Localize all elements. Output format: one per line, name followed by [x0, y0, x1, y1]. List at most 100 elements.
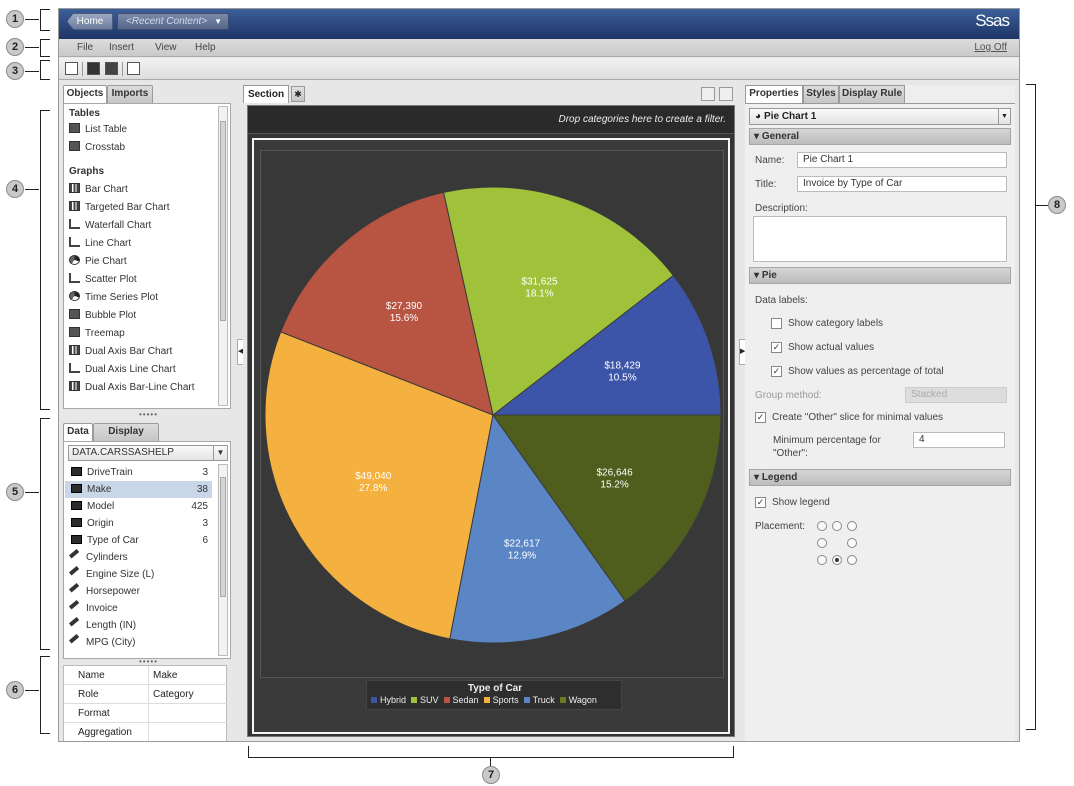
list-item[interactable]: Scatter Plot [69, 272, 219, 288]
list-item[interactable]: Bubble Plot [69, 308, 219, 324]
list-item[interactable]: Dual Axis Bar-Line Chart [69, 380, 219, 396]
data-item[interactable]: DriveTrain 3 [65, 464, 212, 481]
sas-logo: Ssas [975, 11, 1010, 30]
objects-scrollbar[interactable] [218, 106, 228, 406]
home-button[interactable]: Home [67, 13, 113, 30]
placement-middle-right-radio[interactable] [847, 538, 857, 548]
data-item[interactable]: Length (IN) [65, 616, 212, 634]
list-item[interactable]: Treemap [69, 326, 219, 342]
tab-objects[interactable]: Objects [63, 85, 107, 104]
list-item[interactable]: Line Chart [69, 236, 219, 252]
pie-section-header[interactable]: ▾ Pie [749, 267, 1011, 284]
show-percentage-checkbox[interactable]: ✓ [771, 366, 782, 377]
list-item[interactable]: List Table [69, 122, 219, 138]
slice-percent-label: 12.9% [508, 551, 536, 562]
category-icon [71, 518, 82, 527]
placement-top-left-radio[interactable] [817, 521, 827, 531]
group-method-dropdown[interactable]: Stacked [905, 387, 1007, 403]
menu-file[interactable]: File [77, 42, 93, 53]
placement-top-center-radio[interactable] [832, 521, 842, 531]
callout-bracket [40, 656, 50, 734]
pie-chart-object[interactable]: $18,429 10.5% $31,625 18.1% $27,390 15.6% $49,… [252, 138, 730, 734]
sas-app-window: Home <Recent Content> ▼ Ssas File Insert … [58, 8, 1020, 742]
add-section-button[interactable]: ✱ [291, 86, 305, 102]
grid-toggle-icon[interactable] [701, 87, 715, 101]
splitter-grip[interactable]: ••••• [139, 410, 158, 419]
name-field[interactable]: Pie Chart 1 [797, 152, 1007, 168]
legend-item-hybrid: Hybrid [371, 695, 406, 705]
data-item[interactable]: Make 38 [65, 481, 212, 498]
open-icon[interactable] [87, 62, 100, 75]
tab-styles[interactable]: Styles [803, 85, 839, 103]
measure-icon [68, 548, 84, 564]
scatter-plot-icon [69, 273, 80, 283]
data-item[interactable]: Invoice [65, 599, 212, 617]
data-scrollbar[interactable] [218, 464, 228, 656]
placement-top-right-radio[interactable] [847, 521, 857, 531]
data-source-dropdown[interactable]: DATA.CARSSASHELP ▼ [68, 445, 228, 461]
menu-view[interactable]: View [155, 42, 177, 53]
data-item[interactable]: Engine Size (L) [65, 565, 212, 583]
data-item[interactable]: Model 425 [65, 498, 212, 515]
tab-display-rule[interactable]: Display Rule [839, 85, 905, 103]
list-item[interactable]: Time Series Plot [69, 290, 219, 306]
placement-bottom-center-radio[interactable] [832, 555, 842, 565]
list-item[interactable]: Targeted Bar Chart [69, 200, 219, 216]
pie-chart-icon [69, 255, 80, 265]
callout-bracket [40, 60, 50, 80]
recent-content-dropdown[interactable]: <Recent Content> ▼ [117, 13, 229, 30]
show-legend-checkbox[interactable]: ✓ [755, 497, 766, 508]
general-section-header[interactable]: ▾ General [749, 128, 1011, 145]
tab-properties[interactable]: Properties [745, 85, 803, 103]
placement-bottom-left-radio[interactable] [817, 555, 827, 565]
tab-data[interactable]: Data [63, 423, 93, 442]
menu-help[interactable]: Help [195, 42, 216, 53]
list-item[interactable]: Pie Chart [69, 254, 219, 270]
list-item[interactable]: Crosstab [69, 140, 219, 156]
treemap-icon [69, 327, 80, 337]
show-actual-values-checkbox[interactable]: ✓ [771, 342, 782, 353]
data-item[interactable]: Origin 3 [65, 515, 212, 532]
data-item[interactable]: Type of Car 6 [65, 532, 212, 549]
tab-display-rules[interactable]: Display Rules [93, 423, 159, 453]
show-actual-values-label: Show actual values [788, 342, 875, 353]
print-icon[interactable] [127, 62, 140, 75]
list-item[interactable]: Dual Axis Line Chart [69, 362, 219, 378]
tab-section-1[interactable]: Section 1 [243, 85, 289, 117]
callout-8: 8 [1048, 196, 1066, 214]
show-category-labels-checkbox[interactable] [771, 318, 782, 329]
callout-4: 4 [6, 180, 24, 198]
measure-icon [68, 582, 84, 598]
data-item[interactable]: Horsepower [65, 582, 212, 600]
min-percentage-field[interactable]: 4 [913, 432, 1005, 448]
description-field[interactable] [753, 216, 1007, 262]
object-selector-dropdown[interactable]: ◕ Pie Chart 1 ▼ [749, 108, 1011, 125]
save-icon[interactable] [105, 62, 118, 75]
list-item[interactable]: Bar Chart [69, 182, 219, 198]
legend-section-header[interactable]: ▾ Legend [749, 469, 1011, 486]
slice-value-label: $22,617 [504, 539, 541, 550]
data-panel: DATA.CARSSASHELP ▼ DriveTrain 3 Make 38 Mod… [63, 441, 231, 659]
tab-imports[interactable]: Imports [107, 85, 153, 103]
legend-item-truck: Truck [523, 695, 555, 705]
create-other-checkbox[interactable]: ✓ [755, 412, 766, 423]
list-item[interactable]: Waterfall Chart [69, 218, 219, 234]
data-properties-table: Name Make Role Category Format Aggregation [63, 665, 228, 741]
measure-icon [68, 633, 84, 649]
list-item[interactable]: Dual Axis Bar Chart [69, 344, 219, 360]
log-off-link[interactable]: Log Off [974, 42, 1007, 53]
filter-drop-zone[interactable]: Drop categories here to create a filter. [248, 106, 734, 134]
callout-line [25, 47, 39, 48]
layout-icon[interactable] [719, 87, 733, 101]
placement-bottom-right-radio[interactable] [847, 555, 857, 565]
placement-middle-left-radio[interactable] [817, 538, 827, 548]
data-item[interactable]: MPG (City) [65, 633, 212, 651]
dual-axis-line-chart-icon [69, 363, 80, 373]
menu-insert[interactable]: Insert [109, 42, 134, 53]
data-item[interactable]: Cylinders [65, 548, 212, 566]
callout-bracket [40, 39, 50, 57]
new-icon[interactable] [65, 62, 78, 75]
slice-value-label: $27,390 [386, 301, 423, 312]
chart-legend: Type of Car Hybrid SUV Sedan Sports Truck Wag… [366, 680, 622, 710]
title-field[interactable]: Invoice by Type of Car [797, 176, 1007, 192]
